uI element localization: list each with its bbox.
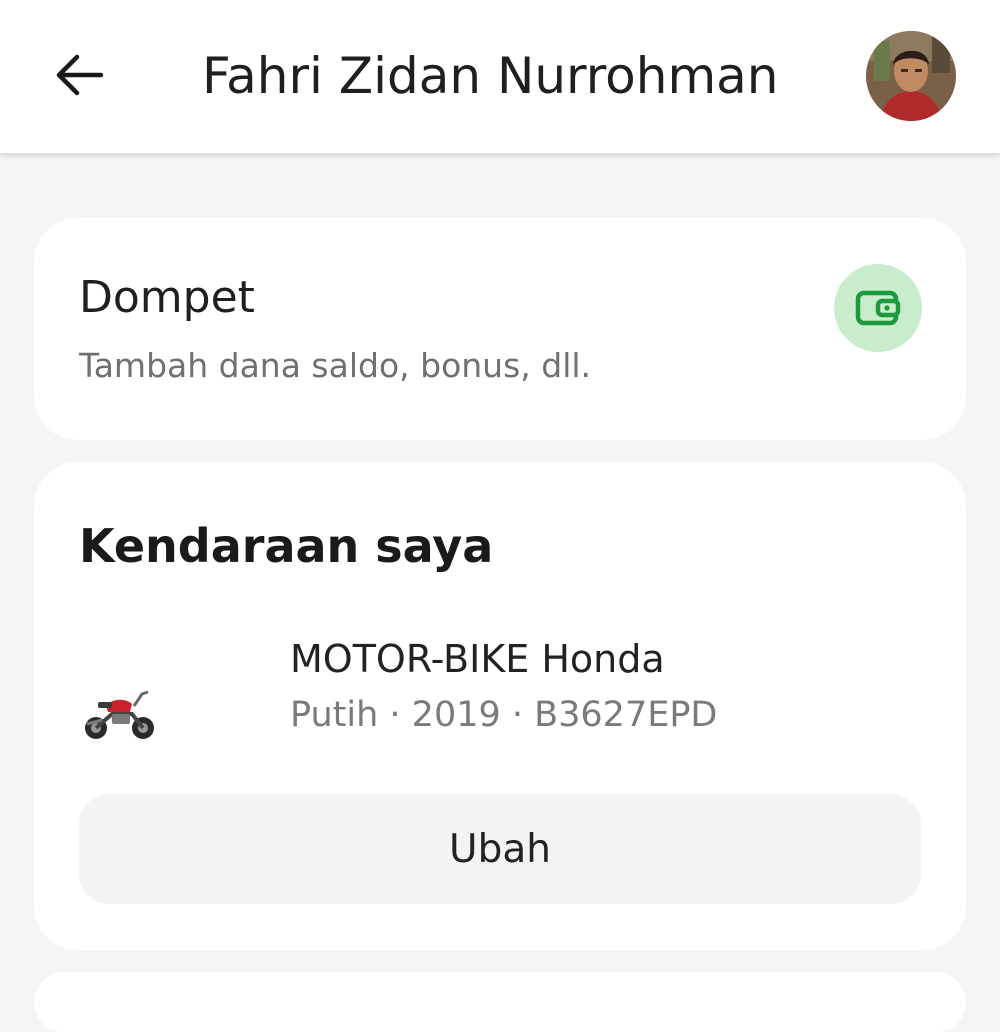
vehicle-section-heading: Kendaraan saya	[79, 519, 494, 573]
vehicle-card: Kendaraan saya MOTOR-BIKE Honda Putih · …	[34, 462, 966, 950]
top-app-bar: Fahri Zidan Nurrohman	[0, 0, 1000, 154]
motorbike-icon	[82, 684, 158, 744]
arrow-left-icon	[56, 54, 104, 96]
back-button[interactable]	[46, 42, 112, 108]
avatar[interactable]	[866, 31, 956, 121]
wallet-icon	[834, 264, 922, 352]
vehicle-details: Putih · 2019 · B3627EPD	[290, 695, 718, 735]
wallet-title: Dompet	[79, 272, 255, 323]
page-title: Fahri Zidan Nurrohman	[202, 47, 779, 105]
edit-vehicle-button[interactable]: Ubah	[79, 794, 921, 904]
wallet-card[interactable]: Dompet Tambah dana saldo, bonus, dll.	[34, 218, 966, 440]
vehicle-name: MOTOR-BIKE Honda	[290, 637, 665, 681]
next-card	[34, 972, 966, 1032]
wallet-subtitle: Tambah dana saldo, bonus, dll.	[79, 346, 592, 385]
